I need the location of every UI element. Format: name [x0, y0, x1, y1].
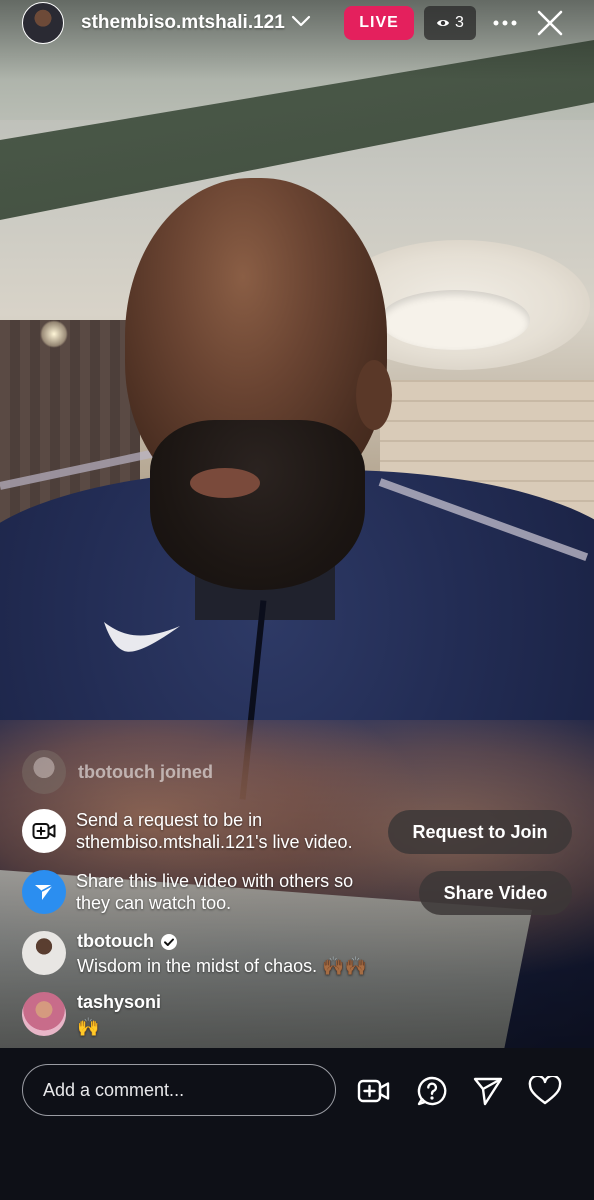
viewer-count: 3: [455, 14, 464, 31]
question-button[interactable]: [415, 1074, 449, 1108]
request-text-line1: Send a request to be in: [76, 810, 263, 830]
add-video-icon: [357, 1079, 390, 1103]
host-avatar[interactable]: [22, 2, 64, 44]
share-text-line1: Share this live video with others so: [76, 871, 354, 891]
request-to-join-button[interactable]: Request to Join: [388, 810, 572, 854]
comment-input[interactable]: [22, 1064, 336, 1116]
add-video-button[interactable]: [357, 1074, 391, 1108]
comment-item: tbotouch Wisdom in the midst of chaos. 🙌…: [22, 931, 367, 977]
question-bubble-icon: [417, 1076, 447, 1106]
live-header: sthembiso.mtshali.121 LIVE 3: [0, 0, 594, 48]
verified-badge-icon: [160, 933, 177, 950]
request-join-row: Send a request to be in sthembiso.mtshal…: [22, 809, 353, 853]
comment-text: Wisdom in the midst of chaos. 🙌🏾🙌🏾: [77, 956, 367, 976]
heart-icon: [528, 1076, 562, 1105]
commenter-avatar[interactable]: [22, 992, 66, 1036]
commenter-avatar[interactable]: [22, 931, 66, 975]
paper-plane-icon: [35, 884, 54, 900]
add-video-icon: [32, 823, 56, 839]
viewer-count-badge[interactable]: 3: [424, 6, 476, 40]
more-horizontal-icon: [493, 20, 517, 26]
comment-text: 🙌: [77, 1017, 100, 1037]
more-options-button[interactable]: [490, 8, 520, 38]
share-video-row: Share this live video with others so the…: [22, 870, 353, 914]
share-text-line2: they can watch too.: [76, 893, 232, 913]
nike-logo: [104, 622, 180, 652]
like-button[interactable]: [528, 1074, 562, 1108]
request-text-line2: sthembiso.mtshali.121's live video.: [76, 832, 353, 852]
eye-icon: [437, 20, 450, 26]
share-button[interactable]: [471, 1074, 505, 1108]
add-video-icon-badge: [22, 809, 66, 853]
comment-username[interactable]: tbotouch: [77, 931, 154, 952]
paper-plane-icon: [473, 1077, 503, 1106]
close-icon[interactable]: [536, 9, 564, 37]
joined-text: tbotouch joined: [78, 761, 213, 782]
comment-username[interactable]: tashysoni: [77, 992, 161, 1013]
user-joined-notice: tbotouch joined: [22, 750, 213, 794]
joined-user-avatar: [22, 750, 66, 794]
share-icon-badge: [22, 870, 66, 914]
host-username[interactable]: sthembiso.mtshali.121: [81, 12, 285, 34]
live-badge: LIVE: [344, 6, 414, 40]
chevron-down-icon[interactable]: [291, 14, 311, 28]
comment-item: tashysoni 🙌: [22, 992, 161, 1038]
share-video-button[interactable]: Share Video: [419, 871, 572, 915]
